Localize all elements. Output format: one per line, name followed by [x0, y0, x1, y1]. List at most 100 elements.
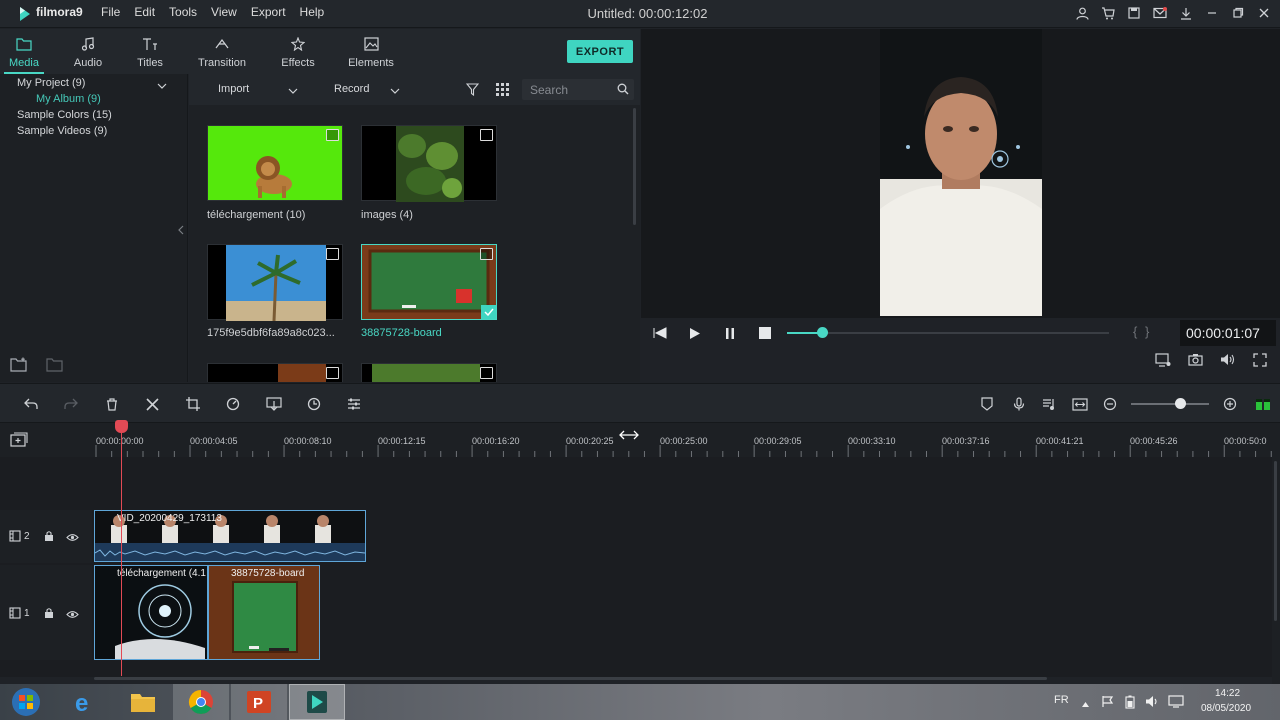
eye-icon[interactable]: [66, 531, 79, 545]
timeline-vscrollbar[interactable]: [1274, 461, 1277, 621]
tree-item-my-album[interactable]: My Album (9): [36, 93, 101, 105]
tab-titles[interactable]: Titles: [130, 29, 170, 74]
move-folder-icon[interactable]: [46, 357, 64, 375]
language-indicator[interactable]: FR: [1054, 694, 1069, 706]
delete-icon[interactable]: [103, 395, 121, 413]
audio-meter-icon[interactable]: [1254, 395, 1272, 413]
minimize-icon[interactable]: [1204, 4, 1220, 22]
tab-media[interactable]: Media: [4, 29, 44, 74]
record-dropdown[interactable]: Record: [334, 83, 369, 95]
speaker-icon[interactable]: [1145, 695, 1160, 711]
record-chevron-icon[interactable]: [390, 84, 400, 98]
taskbar-powerpoint[interactable]: P: [231, 684, 287, 720]
fullscreen-icon[interactable]: [1253, 353, 1267, 370]
fit-timeline-icon[interactable]: [1071, 395, 1089, 413]
chevron-down-icon[interactable]: [157, 79, 167, 93]
save-icon[interactable]: [1126, 4, 1142, 22]
menu-view[interactable]: View: [211, 5, 245, 19]
media-thumb-jungle[interactable]: [361, 125, 497, 202]
tray-arrow-icon[interactable]: [1081, 697, 1090, 711]
tab-effects[interactable]: Effects: [276, 29, 320, 74]
menu-file[interactable]: File: [101, 5, 128, 19]
video-clip-track2[interactable]: VID_20200429_173113: [94, 510, 366, 562]
taskbar-explorer[interactable]: [115, 684, 171, 720]
battery-icon[interactable]: [1125, 695, 1135, 712]
media-thumb-palm[interactable]: [207, 244, 343, 322]
microphone-icon[interactable]: [1010, 395, 1028, 413]
import-dropdown[interactable]: Import: [218, 83, 249, 95]
tree-item-sample-colors[interactable]: Sample Colors (15): [17, 109, 112, 121]
menu-tools[interactable]: Tools: [169, 5, 205, 19]
new-folder-icon[interactable]: [10, 357, 28, 375]
media-scrollbar[interactable]: [633, 108, 636, 225]
mail-icon[interactable]: [1152, 4, 1168, 22]
progress-handle[interactable]: [817, 327, 829, 338]
stop-icon[interactable]: [759, 327, 771, 342]
media-thumb-board[interactable]: [361, 244, 497, 320]
tab-transition[interactable]: Transition: [192, 29, 252, 74]
lock-icon[interactable]: [44, 607, 54, 622]
menu-help[interactable]: Help: [300, 5, 333, 19]
lock-icon[interactable]: [44, 530, 54, 545]
export-button[interactable]: EXPORT: [567, 40, 633, 63]
crop-icon[interactable]: [184, 395, 202, 413]
restore-icon[interactable]: [1230, 4, 1246, 22]
user-icon[interactable]: [1074, 4, 1090, 22]
timeline-hscrollbar[interactable]: [94, 677, 1047, 680]
mark-brackets[interactable]: { }: [1133, 324, 1151, 339]
redo-icon[interactable]: [62, 395, 80, 413]
green-screen-icon[interactable]: [265, 395, 283, 413]
taskbar-chrome[interactable]: [173, 684, 229, 720]
zoom-handle[interactable]: [1175, 398, 1186, 409]
flag-icon[interactable]: [1101, 695, 1114, 711]
clock-time[interactable]: 14:22: [1215, 688, 1240, 699]
marker-icon[interactable]: [978, 395, 996, 413]
cart-icon[interactable]: [1100, 4, 1116, 22]
playhead-line[interactable]: [121, 424, 122, 676]
snapshot-icon[interactable]: [1188, 353, 1203, 369]
menu-edit[interactable]: Edit: [134, 5, 163, 19]
speed-icon[interactable]: [224, 395, 242, 413]
volume-icon[interactable]: [1220, 353, 1235, 369]
taskbar-filmora[interactable]: [289, 684, 345, 720]
collapse-arrow-icon[interactable]: [178, 224, 184, 238]
image-clip-tele[interactable]: téléchargement (4.1: [94, 565, 208, 660]
tab-elements[interactable]: Elements: [344, 29, 398, 74]
duration-icon[interactable]: [305, 395, 323, 413]
grid-view-icon[interactable]: [496, 83, 509, 99]
image-clip-board[interactable]: 38875728-board: [208, 565, 320, 660]
undo-icon[interactable]: [22, 395, 40, 413]
zoom-in-icon[interactable]: [1221, 395, 1239, 413]
tree-item-my-project[interactable]: My Project (9): [17, 77, 85, 89]
media-thumb-partial[interactable]: [207, 363, 343, 382]
media-thumb-lion[interactable]: [207, 125, 343, 201]
filter-icon[interactable]: [465, 83, 480, 99]
clock-date[interactable]: 08/05/2020: [1201, 703, 1251, 714]
start-button[interactable]: [0, 684, 52, 720]
zoom-out-icon[interactable]: [1101, 395, 1119, 413]
playhead-handle[interactable]: [115, 420, 128, 433]
menu-export[interactable]: Export: [251, 5, 294, 19]
screen-icon[interactable]: [1155, 353, 1171, 370]
cut-icon[interactable]: [143, 395, 161, 413]
taskbar-ie[interactable]: e: [57, 684, 113, 720]
download-icon[interactable]: [1178, 4, 1194, 22]
search-icon[interactable]: [617, 83, 629, 98]
media-label: images (4): [361, 209, 413, 221]
tree-item-sample-videos[interactable]: Sample Videos (9): [17, 125, 107, 137]
adjust-icon[interactable]: [345, 395, 363, 413]
eye-icon[interactable]: [66, 608, 79, 622]
prev-frame-icon[interactable]: [653, 327, 667, 342]
import-chevron-icon[interactable]: [288, 84, 298, 98]
play-icon[interactable]: [689, 327, 701, 343]
voiceover-icon[interactable]: [1040, 395, 1058, 413]
tab-audio[interactable]: Audio: [68, 29, 108, 74]
progress-track[interactable]: [787, 327, 1109, 338]
media-thumb-partial[interactable]: [361, 363, 497, 382]
network-icon[interactable]: [1168, 695, 1184, 711]
close-icon[interactable]: [1256, 4, 1272, 22]
zoom-slider[interactable]: [1131, 398, 1209, 409]
timeline-ruler[interactable]: 00:00:00:00 00:00:04:05 00:00:08:10 00:0…: [0, 423, 1280, 457]
pause-icon[interactable]: [725, 327, 735, 343]
search-box[interactable]: Search: [522, 79, 634, 100]
